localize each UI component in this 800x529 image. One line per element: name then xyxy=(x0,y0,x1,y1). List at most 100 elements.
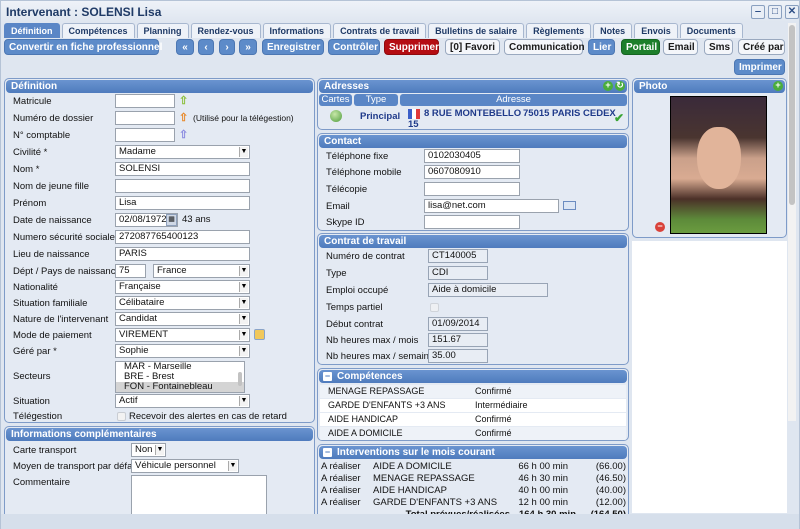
email-input[interactable]: lisa@net.com xyxy=(424,199,559,213)
maximize-button[interactable]: □ xyxy=(768,5,782,19)
tab-definition[interactable]: Définition xyxy=(4,23,60,38)
competence-row[interactable]: AIDE A DOMICILE Confirmé xyxy=(320,427,626,440)
situation-select[interactable]: Actif ▼ xyxy=(115,394,250,408)
photo-title: Photo xyxy=(639,81,668,92)
gere-par-select[interactable]: Sophie ▼ xyxy=(115,344,250,358)
print-button[interactable]: Imprimer xyxy=(734,59,785,75)
tab-bulletins[interactable]: Bulletins de salaire xyxy=(428,23,525,38)
sms-button[interactable]: Sms xyxy=(704,39,733,55)
portal-button[interactable]: Portail xyxy=(621,39,660,55)
tab-informations[interactable]: Informations xyxy=(262,23,332,38)
secteur-option-selected[interactable]: FON - Fontainebleau xyxy=(116,382,244,392)
dossier-input[interactable] xyxy=(115,111,175,125)
secteurs-listbox[interactable]: MAR - Marseille BRE - Brest FON - Fontai… xyxy=(115,361,245,393)
add-photo-icon[interactable]: + xyxy=(773,81,783,91)
situation-row: Situation Actif ▼ xyxy=(5,394,314,410)
nationalite-label: Nationalité xyxy=(13,282,58,293)
map-globe-icon[interactable] xyxy=(330,110,342,122)
col-cartes[interactable]: Cartes xyxy=(319,94,352,106)
bank-details-icon[interactable] xyxy=(254,329,265,340)
chevron-down-icon: ▼ xyxy=(239,266,248,276)
tab-planning[interactable]: Planning xyxy=(136,23,189,38)
heures-semaine-label: Nb heures max / semaine xyxy=(326,351,435,362)
created-by-button[interactable]: Créé par xyxy=(738,39,785,55)
civilite-select[interactable]: Madame ▼ xyxy=(115,145,250,159)
matricule-input[interactable] xyxy=(115,94,175,108)
tab-contrats[interactable]: Contrats de travail xyxy=(333,23,427,38)
fax-label: Télécopie xyxy=(326,184,368,195)
competences-header[interactable]: − Compétences xyxy=(319,370,627,383)
collapse-icon[interactable]: − xyxy=(323,448,332,457)
tab-reglements[interactable]: Règlements xyxy=(526,23,592,38)
communication-button[interactable]: Communication xyxy=(504,39,585,55)
telegestion-checkbox[interactable] xyxy=(117,412,126,421)
competences-title: Compétences xyxy=(337,371,403,382)
last-record-button[interactable]: » xyxy=(239,39,257,55)
nom-jeune-fille-input[interactable] xyxy=(115,179,250,193)
mobile-input[interactable]: 0607080910 xyxy=(424,165,520,179)
tab-rendez-vous[interactable]: Rendez-vous xyxy=(190,23,261,38)
dept-input[interactable]: 75 xyxy=(115,264,146,278)
lieu-input[interactable]: PARIS xyxy=(115,247,250,261)
intervention-row[interactable]: A réaliser AIDE A DOMICILE 66 h 00 min (… xyxy=(318,461,628,473)
prev-record-button[interactable]: ‹ xyxy=(198,39,214,55)
email-button[interactable]: Email xyxy=(663,39,698,55)
paiement-select[interactable]: VIREMENT ▼ xyxy=(115,328,250,342)
refresh-icon[interactable]: ↻ xyxy=(615,81,625,91)
link-button[interactable]: Lier xyxy=(588,39,615,55)
intervention-row[interactable]: A réaliser GARDE D'ENFANTS +3 ANS 12 h 0… xyxy=(318,497,628,509)
competence-row[interactable]: AIDE HANDICAP Confirmé xyxy=(320,413,626,426)
send-email-icon[interactable] xyxy=(563,201,576,210)
delete-button[interactable]: Supprimer xyxy=(384,39,439,55)
nature-select[interactable]: Candidat ▼ xyxy=(115,312,250,326)
tab-documents[interactable]: Documents xyxy=(679,23,743,38)
competence-row[interactable]: MENAGE REPASSAGE Confirmé xyxy=(320,385,626,398)
transport-select[interactable]: Véhicule personnel ▼ xyxy=(131,459,239,473)
tab-envois[interactable]: Envois xyxy=(634,23,678,38)
scrollbar-thumb[interactable] xyxy=(789,25,795,205)
upload-orange-icon[interactable]: ⇧ xyxy=(179,112,188,124)
collapse-icon[interactable]: − xyxy=(323,372,332,381)
partiel-checkbox xyxy=(430,303,439,312)
save-button[interactable]: Enregistrer xyxy=(262,39,324,55)
upload-green-icon[interactable]: ⇧ xyxy=(179,95,188,107)
col-adresse[interactable]: Adresse xyxy=(400,94,627,106)
interventions-header[interactable]: − Interventions sur le mois courant xyxy=(319,446,627,459)
first-record-button[interactable]: « xyxy=(176,39,194,55)
calendar-icon[interactable]: ▦ xyxy=(166,214,177,226)
secu-input[interactable]: 272087765400123 xyxy=(115,230,250,244)
check-button[interactable]: Contrôler xyxy=(328,39,380,55)
intervention-row[interactable]: A réaliser MENAGE REPASSAGE 46 h 30 min … xyxy=(318,473,628,485)
add-address-icon[interactable]: + xyxy=(603,81,613,91)
close-button[interactable]: ✕ xyxy=(785,5,799,19)
minimize-button[interactable]: ‒ xyxy=(751,5,765,19)
remove-photo-icon[interactable]: − xyxy=(655,222,665,232)
skype-input[interactable] xyxy=(424,215,520,229)
vertical-scrollbar[interactable] xyxy=(788,23,796,421)
fax-input[interactable] xyxy=(424,182,520,196)
favorite-button[interactable]: [0] Favori xyxy=(445,39,500,55)
prenom-input[interactable]: Lisa xyxy=(115,196,250,210)
competence-name: GARDE D'ENFANTS +3 ANS xyxy=(328,400,446,410)
comptable-input[interactable] xyxy=(115,128,175,142)
competence-level: Confirmé xyxy=(475,414,512,424)
nom-jeune-fille-label: Nom de jeune fille xyxy=(13,181,90,192)
heures-semaine-value: 35.00 xyxy=(428,349,488,363)
situation-familiale-select[interactable]: Célibataire ▼ xyxy=(115,296,250,310)
tab-competences[interactable]: Compétences xyxy=(61,23,135,38)
fixe-input[interactable]: 0102030405 xyxy=(424,149,520,163)
next-record-button[interactable]: › xyxy=(219,39,235,55)
intervention-row[interactable]: A réaliser AIDE HANDICAP 40 h 00 min (40… xyxy=(318,485,628,497)
nationalite-select[interactable]: Française ▼ xyxy=(115,280,250,294)
competence-row[interactable]: GARDE D'ENFANTS +3 ANS Intermédiaire xyxy=(320,399,626,412)
convert-button[interactable]: Convertir en fiche professionnel xyxy=(4,39,162,55)
listbox-scrollbar[interactable] xyxy=(238,372,242,386)
address-row[interactable]: Principal 8 RUE MONTEBELLO 75015 PARIS C… xyxy=(318,107,628,129)
matricule-label: Matricule xyxy=(13,96,52,107)
carte-select[interactable]: Non ▼ xyxy=(131,443,166,457)
upload-purple-icon[interactable]: ⇧ xyxy=(179,129,188,141)
nom-input[interactable]: SOLENSI xyxy=(115,162,250,176)
pays-select[interactable]: France ▼ xyxy=(153,264,250,278)
tab-notes[interactable]: Notes xyxy=(593,23,633,38)
col-type[interactable]: Type xyxy=(354,94,398,106)
